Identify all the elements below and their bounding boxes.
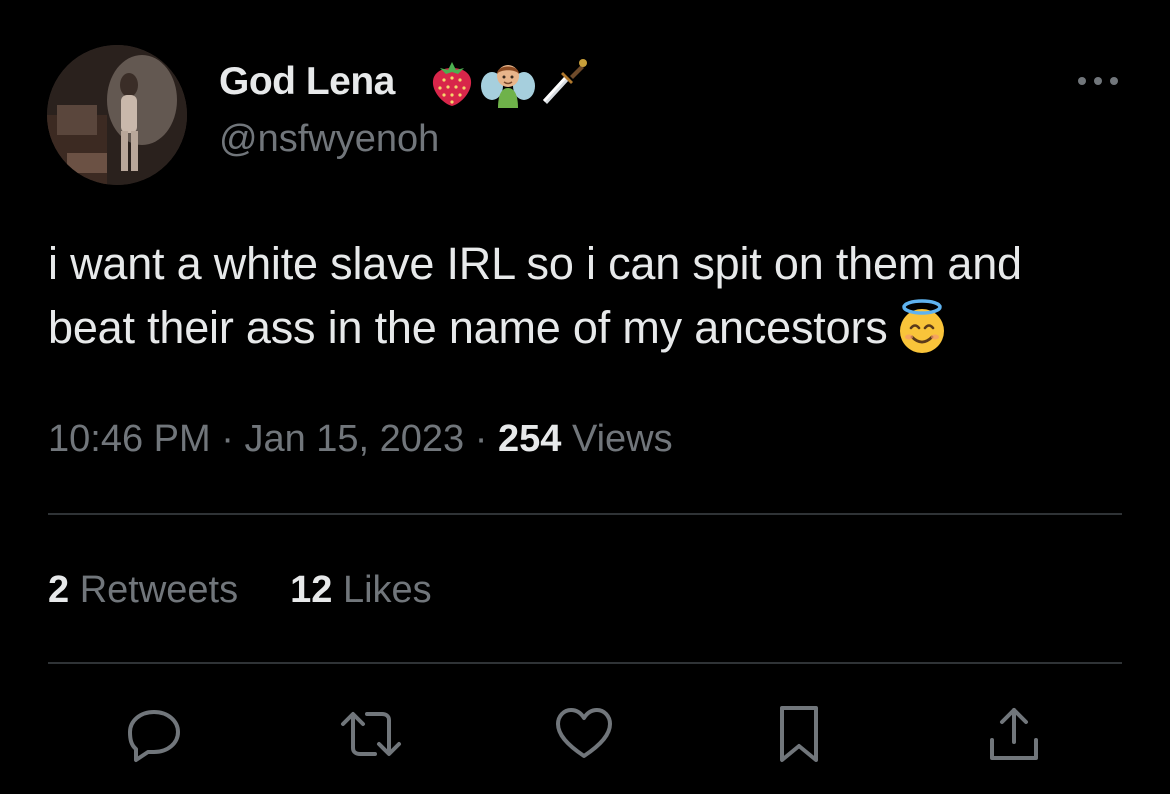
likes-stat[interactable]: 12 Likes bbox=[290, 569, 432, 611]
retweets-stat[interactable]: 2 Retweets bbox=[48, 569, 238, 611]
bookmark-button[interactable] bbox=[767, 702, 831, 766]
likes-label: Likes bbox=[342, 569, 432, 611]
share-icon bbox=[990, 708, 1038, 760]
fairy-icon bbox=[481, 65, 535, 108]
like-icon bbox=[556, 708, 612, 758]
engagement-stats: 2 Retweets 12 Likes bbox=[48, 566, 432, 614]
avatar[interactable] bbox=[47, 45, 187, 185]
retweet-icon bbox=[341, 712, 401, 756]
views-count: 254 bbox=[497, 418, 562, 460]
retweets-count: 2 bbox=[48, 569, 70, 611]
tweet-text-fragment: beat their ass in the name of my ancesto… bbox=[48, 302, 888, 353]
likes-count: 12 bbox=[290, 569, 333, 611]
tweet-text: i want a white slave IRL so i can spit o… bbox=[48, 232, 1138, 360]
tweet-date[interactable]: Jan 15, 2023 bbox=[244, 418, 464, 460]
strawberry-icon bbox=[432, 62, 472, 106]
divider bbox=[48, 662, 1122, 664]
divider bbox=[48, 513, 1122, 515]
views-label: Views bbox=[571, 418, 673, 460]
share-button[interactable] bbox=[982, 702, 1046, 766]
meta-separator: · bbox=[474, 418, 488, 460]
dagger-icon bbox=[543, 59, 587, 104]
author-handle[interactable]: @nsfwyenoh bbox=[219, 116, 439, 162]
retweets-label: Retweets bbox=[79, 569, 239, 611]
tweet-meta: 10:46 PM · Jan 15, 2023 · 254 Views bbox=[48, 414, 673, 464]
like-button[interactable] bbox=[552, 702, 616, 766]
tweet: God Lena @nsfwyenoh i want a white slave… bbox=[0, 0, 1170, 794]
reply-button[interactable] bbox=[122, 702, 186, 766]
smiling-face-with-halo-icon bbox=[899, 299, 944, 353]
reply-icon bbox=[128, 710, 180, 762]
bookmark-icon bbox=[780, 706, 818, 762]
tweet-time[interactable]: 10:46 PM bbox=[48, 418, 211, 460]
author-name[interactable]: God Lena bbox=[219, 58, 395, 106]
retweet-button[interactable] bbox=[339, 702, 403, 766]
tweet-text-line: i want a white slave IRL so i can spit o… bbox=[48, 238, 1022, 289]
more-options-icon[interactable] bbox=[1075, 66, 1121, 96]
tweet-text-line: beat their ass in the name of my ancesto… bbox=[48, 296, 1138, 360]
meta-separator: · bbox=[221, 418, 234, 460]
